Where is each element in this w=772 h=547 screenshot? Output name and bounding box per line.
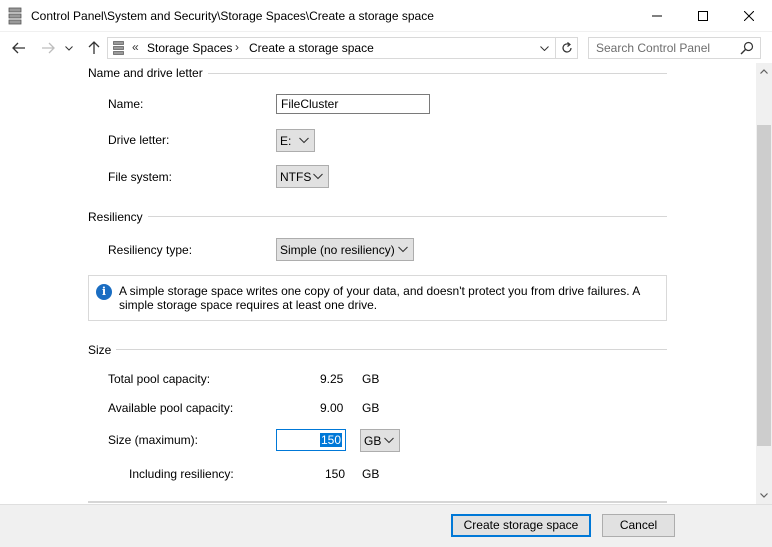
refresh-button[interactable] [555, 38, 577, 58]
address-bar[interactable]: « Storage Spaces › Create a storage spac… [107, 37, 578, 59]
resiliency-info-box: i A simple storage space writes one copy… [88, 275, 667, 321]
window-title: Control Panel\System and Security\Storag… [31, 9, 434, 23]
size-field[interactable]: 150 [276, 429, 346, 451]
minimize-icon [652, 15, 662, 17]
minimize-button[interactable] [634, 0, 680, 32]
available-capacity-value: 9.00 [320, 401, 344, 415]
info-icon: i [96, 284, 112, 300]
maximize-button[interactable] [680, 0, 726, 32]
up-button[interactable] [84, 38, 104, 58]
resiliency-type-label: Resiliency type: [108, 243, 193, 257]
file-system-label: File system: [108, 170, 173, 184]
storage-spaces-icon [8, 7, 22, 25]
chevron-down-icon [760, 493, 768, 498]
address-dropdown-button[interactable] [535, 38, 553, 58]
breadcrumb-overflow[interactable]: « [132, 40, 139, 54]
size-value: 150 [319, 433, 342, 447]
back-arrow-icon [12, 42, 25, 54]
drive-letter-label: Drive letter: [108, 133, 170, 147]
resiliency-info-text: A simple storage space writes one copy o… [119, 284, 640, 312]
size-label: Size (maximum): [108, 433, 199, 447]
resiliency-type-select[interactable]: Simple (no resiliency) [276, 238, 414, 261]
section-title-resiliency: Resiliency [88, 210, 148, 224]
size-unit-value: GB [364, 434, 382, 448]
section-title-size: Size [88, 343, 117, 357]
chevron-down-icon [539, 45, 549, 51]
maximize-icon [698, 11, 708, 21]
content-bottom-divider [88, 501, 667, 503]
search-icon[interactable] [740, 41, 754, 55]
navigation-bar: « Storage Spaces › Create a storage spac… [0, 32, 772, 63]
name-field[interactable]: FileCluster [276, 94, 430, 114]
name-label: Name: [108, 97, 144, 111]
chevron-down-icon [384, 437, 394, 444]
drive-letter-value: E: [280, 134, 292, 148]
scroll-thumb[interactable] [757, 125, 771, 446]
total-capacity-unit: GB [362, 372, 380, 386]
chevron-down-icon [65, 45, 73, 51]
scroll-down-button[interactable] [756, 487, 772, 504]
back-button[interactable] [9, 38, 29, 58]
file-system-value: NTFS [280, 170, 312, 184]
up-arrow-icon [88, 41, 100, 54]
vertical-scrollbar[interactable] [756, 63, 772, 504]
file-system-select[interactable]: NTFS [276, 165, 329, 188]
scroll-up-button[interactable] [756, 63, 772, 80]
total-capacity-label: Total pool capacity: [108, 372, 211, 386]
forward-arrow-icon [42, 42, 55, 54]
dialog-footer: Create storage space Cancel [0, 504, 772, 547]
cancel-button[interactable]: Cancel [602, 514, 675, 537]
total-capacity-value: 9.25 [320, 372, 344, 386]
section-title-name: Name and drive letter [88, 66, 208, 80]
content-area: Name and drive letter Name: FileCluster … [0, 63, 756, 504]
search-input[interactable] [589, 38, 734, 58]
section-divider [88, 349, 667, 350]
resiliency-type-value: Simple (no resiliency) [280, 243, 395, 257]
including-resiliency-unit: GB [362, 467, 380, 481]
available-capacity-label: Available pool capacity: [108, 401, 234, 415]
breadcrumb-create-storage-space[interactable]: Create a storage space [249, 41, 374, 55]
breadcrumb-storage-spaces[interactable]: Storage Spaces [147, 41, 232, 55]
size-unit-select[interactable]: GB [360, 429, 400, 452]
search-box[interactable] [588, 37, 761, 59]
storage-spaces-icon [113, 41, 124, 55]
close-icon [744, 11, 754, 21]
breadcrumb-separator[interactable]: › [235, 40, 239, 54]
refresh-icon [561, 42, 572, 53]
forward-button[interactable] [38, 38, 58, 58]
title-bar: Control Panel\System and Security\Storag… [0, 0, 772, 32]
including-resiliency-label: Including resiliency: [129, 467, 234, 481]
section-divider [88, 216, 667, 217]
drive-letter-select[interactable]: E: [276, 129, 315, 152]
chevron-down-icon [313, 173, 323, 180]
create-storage-space-button[interactable]: Create storage space [451, 514, 591, 537]
recent-locations-button[interactable] [62, 38, 76, 58]
chevron-down-icon [299, 137, 309, 144]
chevron-up-icon [760, 69, 768, 74]
available-capacity-unit: GB [362, 401, 380, 415]
including-resiliency-value: 150 [325, 467, 346, 481]
chevron-down-icon [398, 246, 408, 253]
close-button[interactable] [726, 0, 772, 32]
